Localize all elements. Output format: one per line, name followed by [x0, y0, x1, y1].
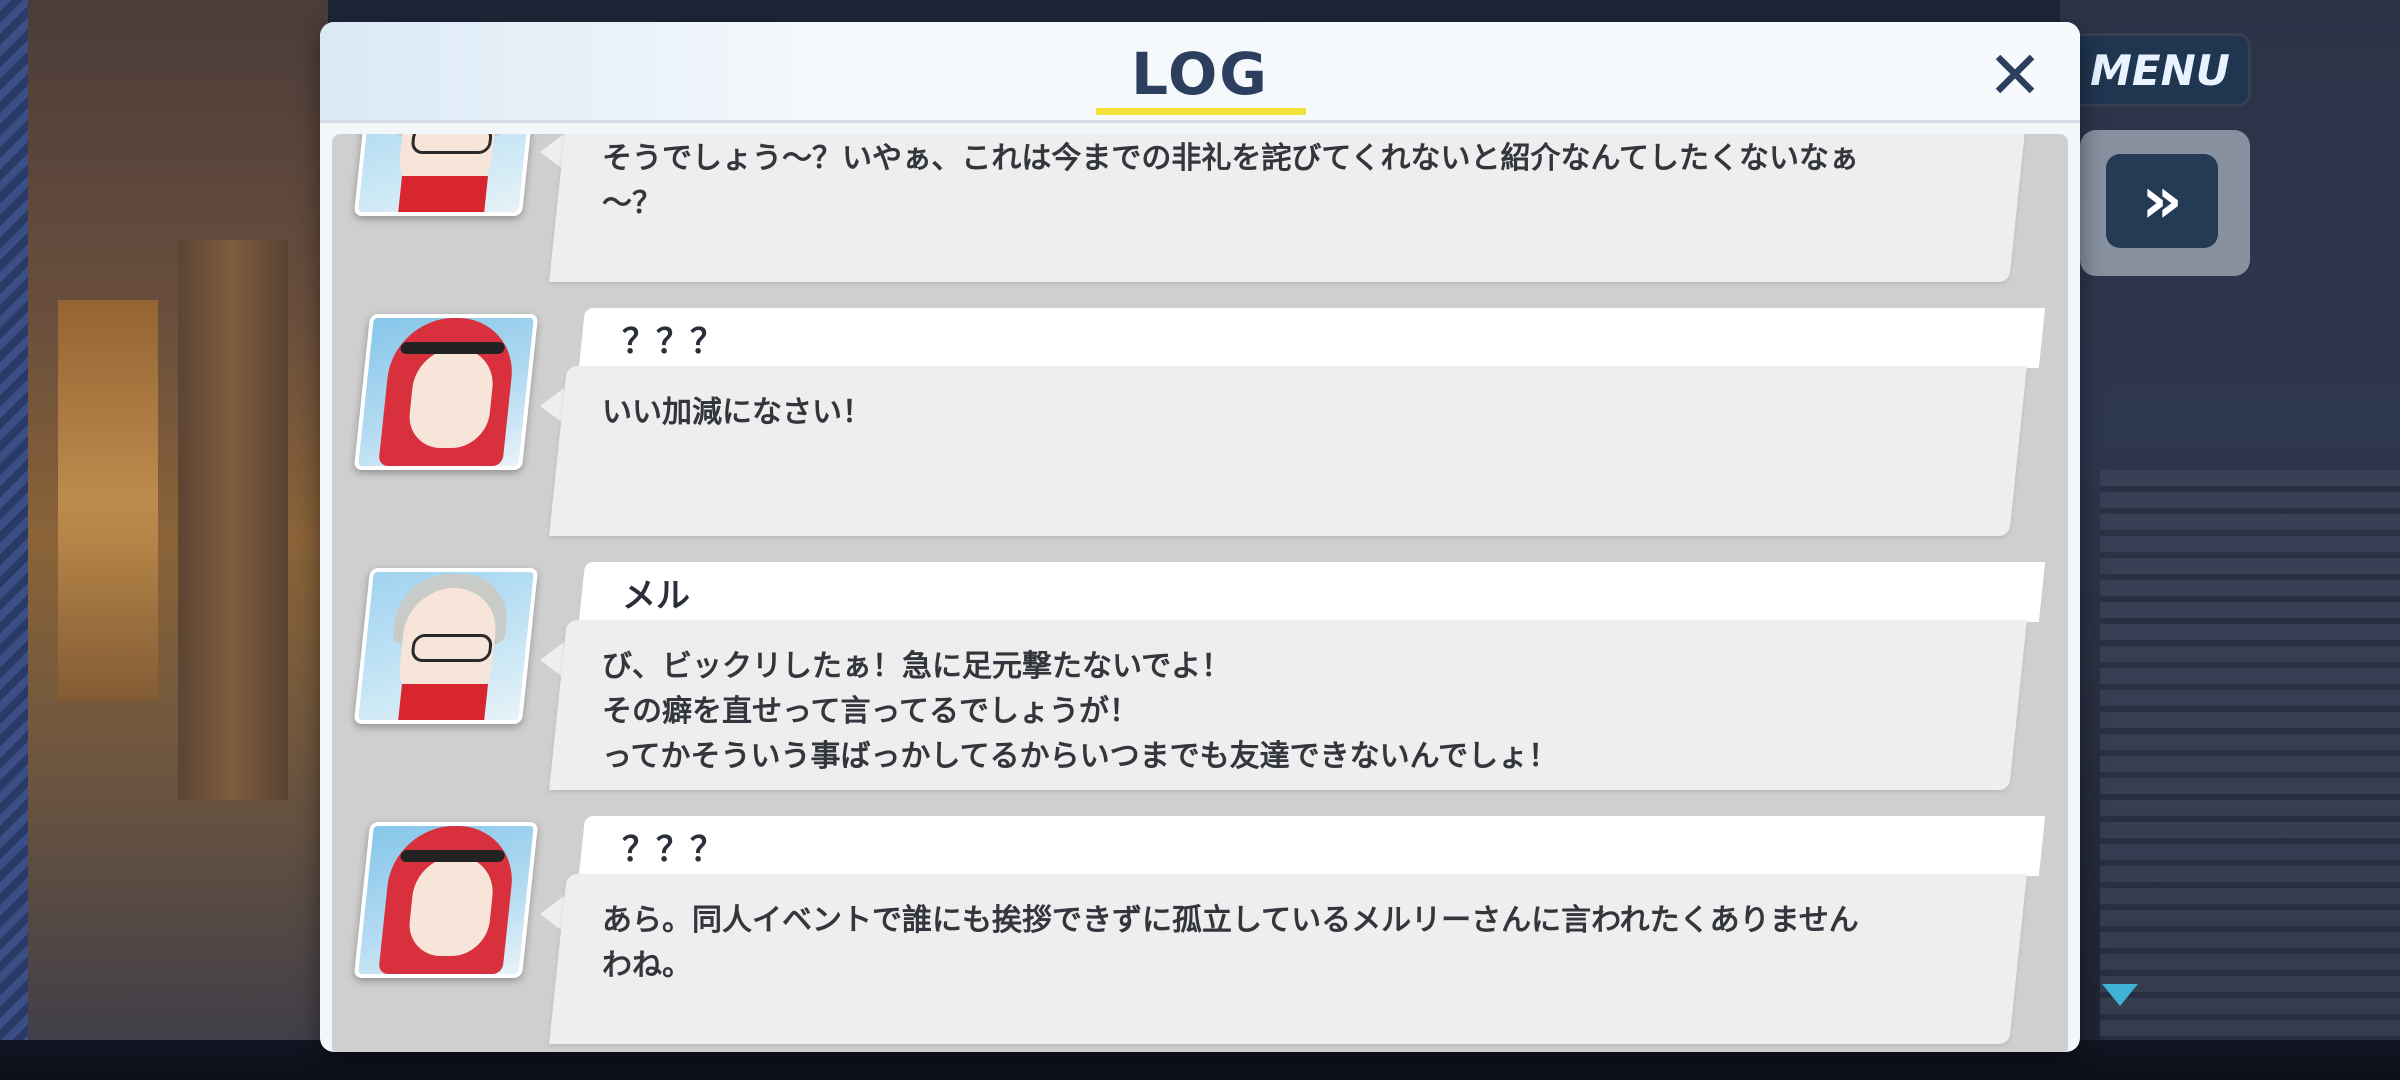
close-icon: ✕: [1987, 36, 2043, 114]
speaker-name-bar: [578, 562, 2046, 622]
speaker-name: ？？？: [622, 830, 724, 870]
background-doorway: [58, 300, 158, 700]
speaker-name-bar: [578, 308, 2046, 368]
close-button[interactable]: ✕: [1980, 37, 2050, 114]
menu-button[interactable]: MENU: [2072, 36, 2248, 104]
background-stairs: [2100, 470, 2400, 1080]
header-divider: [320, 120, 2080, 123]
double-chevron-icon: »: [2141, 164, 2183, 238]
log-entry: そうでしょう～？いやぁ、これは今までの非礼を詫びてくれないと紹介なんてしたくない…: [332, 134, 2068, 304]
mel-avatar: [353, 568, 539, 724]
log-title: LOG: [1131, 40, 1269, 108]
log-entry: ？？？ あら。同人イベントで誰にも挨拶できずに孤立しているメルリーさんに言われた…: [332, 816, 2068, 1052]
mel-avatar: [353, 134, 539, 216]
next-indicator-icon: [2102, 984, 2138, 1006]
red-hair-girl-avatar: [353, 314, 539, 470]
left-stripe-border: [0, 0, 28, 1080]
speaker-name: ？？？: [622, 322, 724, 362]
dialogue-text: あら。同人イベントで誰にも挨拶できずに孤立しているメルリーさんに言われたくありま…: [602, 903, 1859, 983]
background-pillar: [178, 240, 288, 800]
log-panel: LOG ✕ そうでしょう～？いやぁ、これは今までの非礼を詫びてくれないと紹介なん…: [320, 22, 2080, 1052]
fast-forward-button[interactable]: »: [2106, 154, 2218, 248]
title-underline: [1096, 108, 1306, 115]
log-entry: メル び、ビックリしたぁ！急に足元撃たないでよ！ その癖を直せって言ってるでしょ…: [332, 562, 2068, 812]
dialogue-text: いい加減になさい！: [602, 395, 872, 430]
red-hair-girl-avatar: [353, 822, 539, 978]
log-entry: ？？？ いい加減になさい！: [332, 308, 2068, 558]
log-list[interactable]: そうでしょう～？いやぁ、これは今までの非礼を詫びてくれないと紹介なんてしたくない…: [332, 134, 2068, 1052]
dialogue-text: そうでしょう～？いやぁ、これは今までの非礼を詫びてくれないと紹介なんてしたくない…: [602, 141, 1859, 221]
dialogue-text: び、ビックリしたぁ！急に足元撃たないでよ！ その癖を直せって言ってるでしょうが！…: [602, 649, 1559, 774]
speaker-name-bar: [578, 816, 2046, 876]
background-building-left: [28, 0, 328, 1080]
speaker-name: メル: [622, 576, 690, 616]
